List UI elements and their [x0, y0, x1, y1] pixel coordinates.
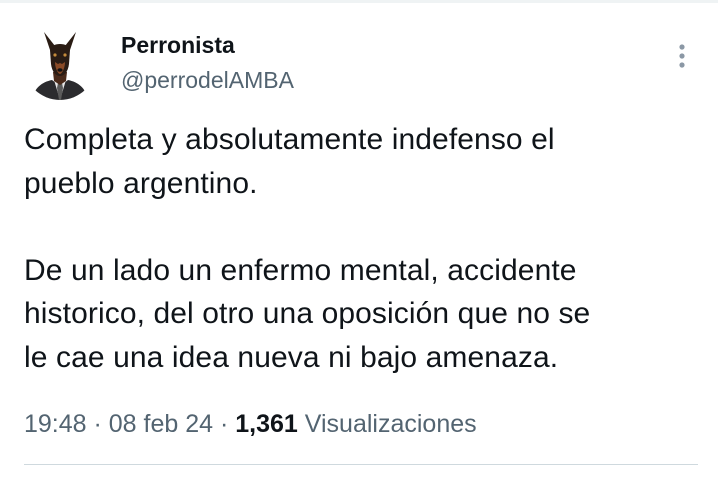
views-label: Visualizaciones: [304, 410, 477, 438]
tweet-time[interactable]: 19:48: [24, 410, 87, 438]
doberman-avatar-icon: [32, 32, 88, 100]
meta-separator: ·: [213, 410, 236, 438]
tweet-text: Completa y absolutamente indefenso el pu…: [24, 123, 591, 374]
meta-separator: ·: [86, 410, 109, 438]
avatar[interactable]: [24, 28, 96, 100]
bottom-divider: [24, 464, 698, 465]
views-count: 1,361: [235, 410, 298, 438]
tweet-date[interactable]: 08 feb 24: [109, 410, 213, 438]
display-name[interactable]: Perronista: [121, 31, 235, 59]
tweet-metadata: 19:48 · 08 feb 24 · 1,361 Visualizacione…: [24, 405, 477, 443]
user-handle[interactable]: @perrodelAMBA: [121, 66, 294, 94]
tweet: Perronista @perrodelAMBA Completa y abso…: [0, 0, 718, 480]
more-options-button[interactable]: [666, 40, 698, 72]
more-vertical-icon: [679, 44, 685, 68]
